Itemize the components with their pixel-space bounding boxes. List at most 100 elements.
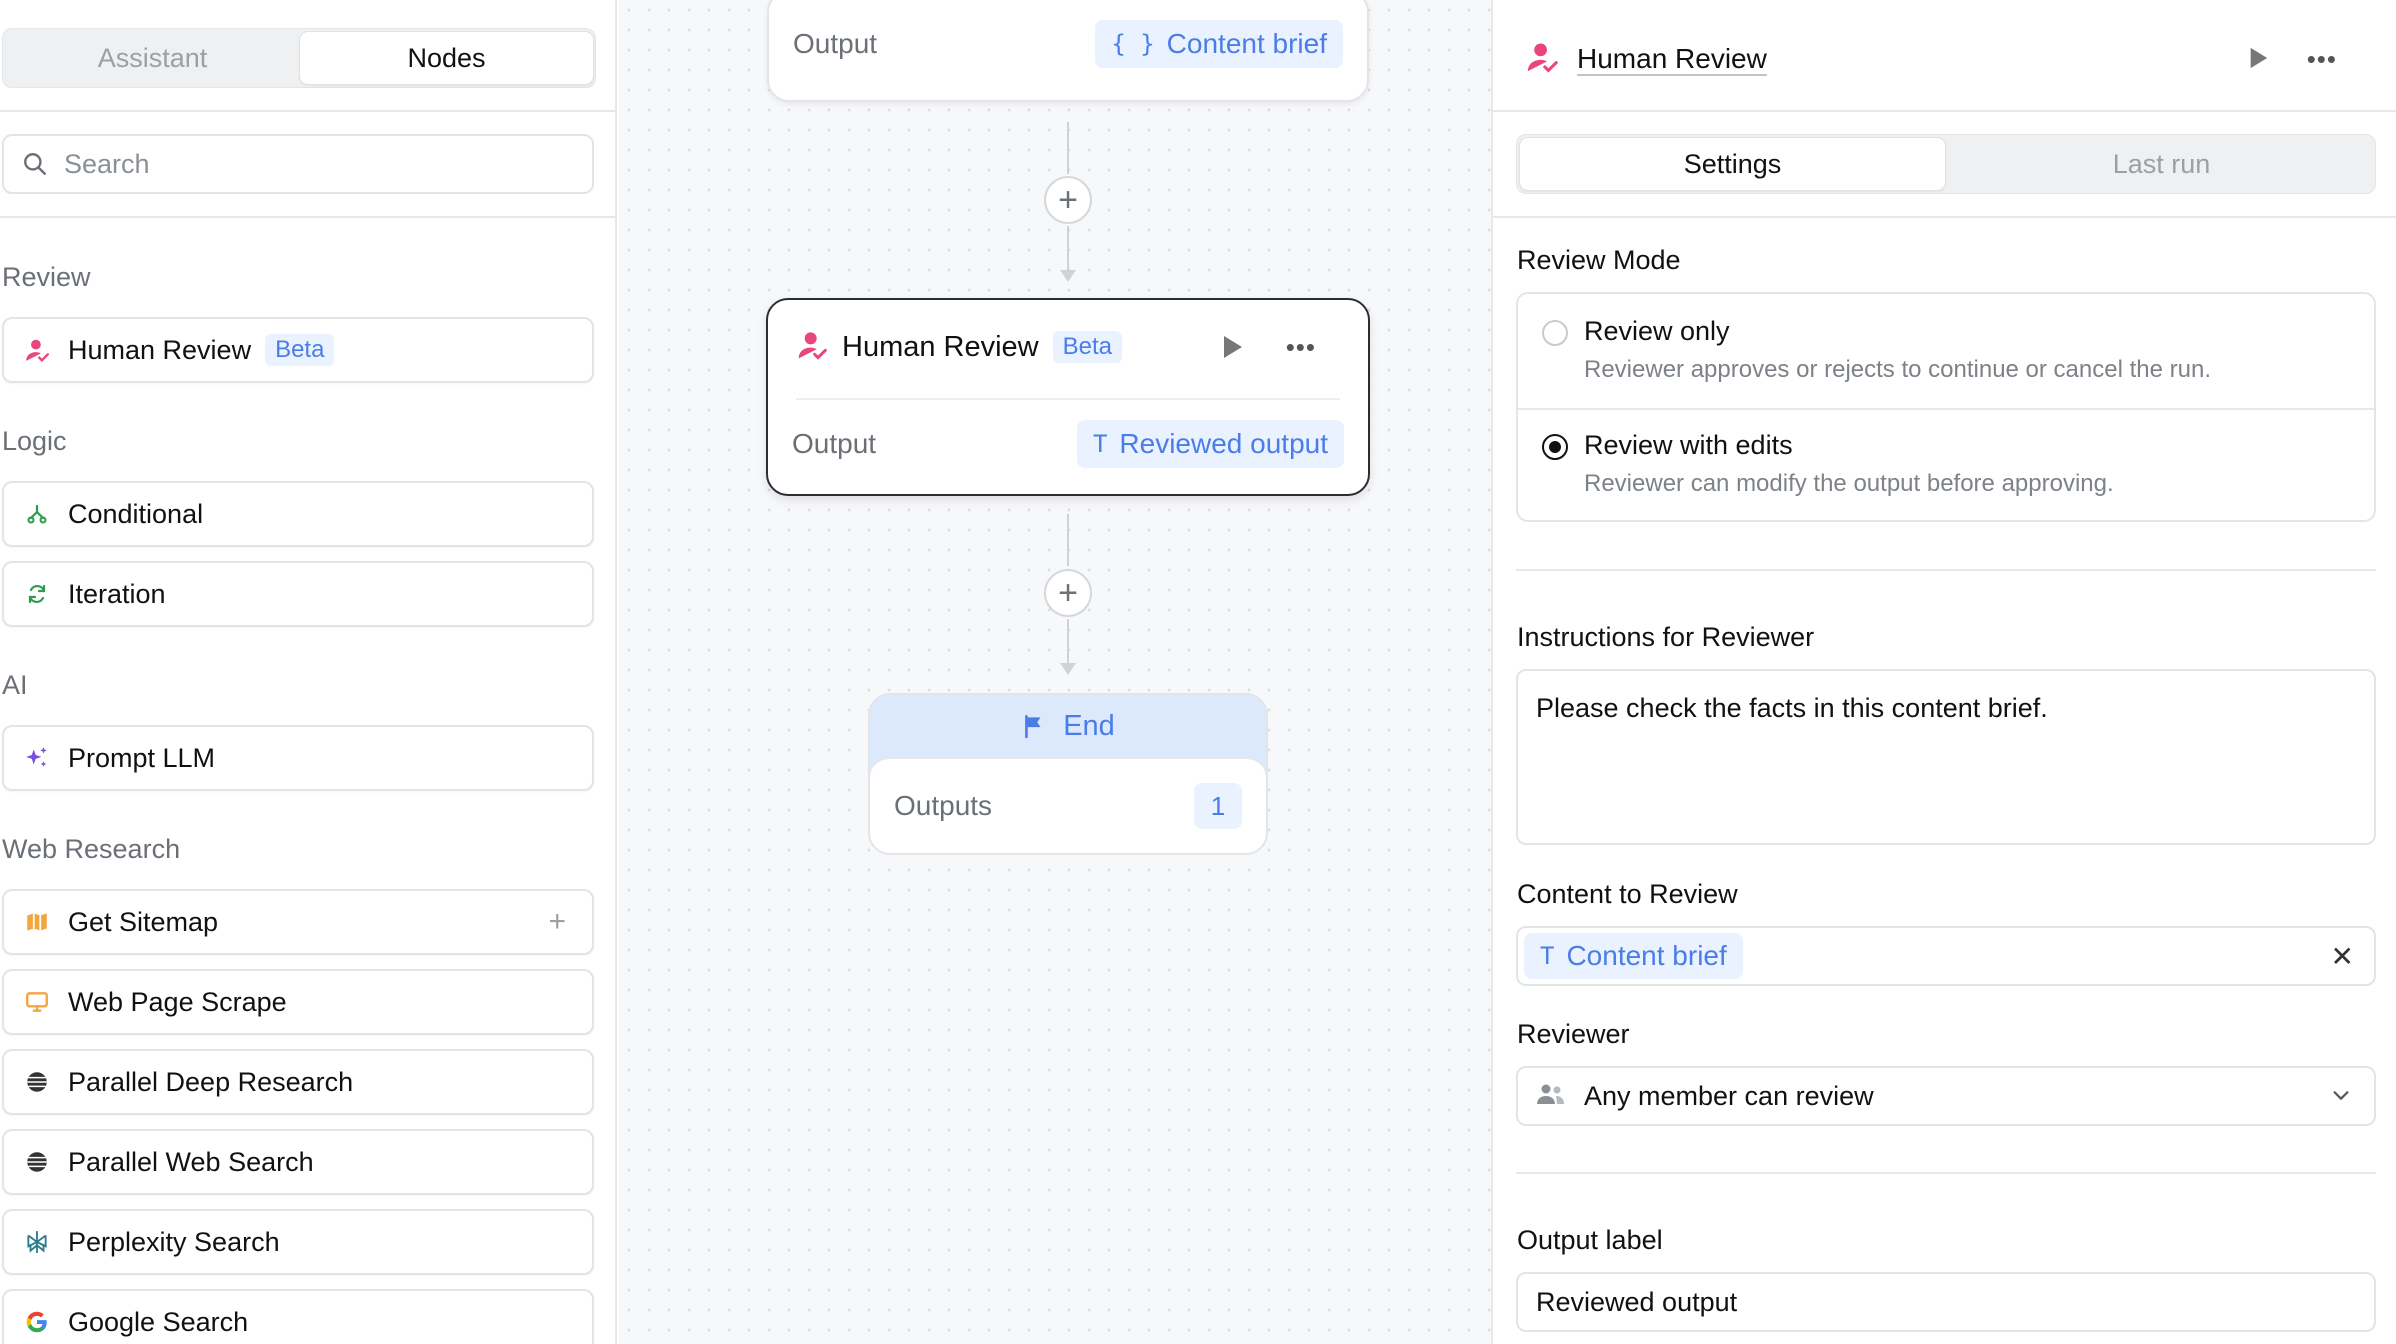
node-item-label: Web Page Scrape xyxy=(68,986,287,1017)
tab-settings[interactable]: Settings xyxy=(1519,137,1946,191)
radio-option-title: Review with edits xyxy=(1584,430,1793,460)
person-review-icon xyxy=(796,329,828,366)
connector-line xyxy=(1067,226,1069,270)
node-output-row: Output { } Content brief xyxy=(793,20,1343,68)
divider xyxy=(1516,569,2376,571)
play-icon xyxy=(1224,336,1242,358)
node-item-parallel-deep-research[interactable]: Parallel Deep Research xyxy=(2,1049,594,1115)
add-node-button[interactable]: + xyxy=(548,907,566,937)
node-item-parallel-web-search[interactable]: Parallel Web Search xyxy=(2,1129,594,1195)
connector-line xyxy=(1067,514,1069,566)
node-item-iteration[interactable]: Iteration xyxy=(2,561,594,627)
node-item-web-page-scrape[interactable]: Web Page Scrape xyxy=(2,969,594,1035)
content-to-review-label: Content to Review xyxy=(1517,879,1738,909)
node-item-human-review[interactable]: Human Review Beta xyxy=(2,317,594,383)
reviewer-select[interactable]: Any member can review xyxy=(1516,1066,2376,1126)
content-to-review-field[interactable]: T Content brief ✕ xyxy=(1516,926,2376,986)
workflow-node-human-review[interactable]: Human Review Beta ••• Output T Reviewed … xyxy=(766,298,1370,496)
node-item-label: Conditional xyxy=(68,498,204,529)
chevron-down-icon xyxy=(2330,1084,2352,1111)
connector-line xyxy=(1067,619,1069,663)
text-type-icon: T xyxy=(1540,942,1555,970)
output-variable-chip[interactable]: T Reviewed output xyxy=(1076,420,1344,468)
run-node-button[interactable] xyxy=(1220,334,1244,365)
more-options-button[interactable]: ••• xyxy=(1286,332,1316,363)
section-title-ai: AI xyxy=(2,670,28,700)
workflow-node-end[interactable]: End Outputs 1 xyxy=(868,693,1268,855)
review-mode-label: Review Mode xyxy=(1517,245,1681,275)
object-icon: { } xyxy=(1111,30,1155,58)
run-node-button[interactable] xyxy=(2247,46,2269,75)
node-header: Human Review Beta ••• xyxy=(796,322,1340,372)
text-type-icon: T xyxy=(1092,430,1108,458)
more-options-button[interactable]: ••• xyxy=(2307,44,2337,75)
output-variable-name: Content brief xyxy=(1166,28,1327,59)
radio-button[interactable] xyxy=(1542,320,1568,346)
node-item-label: Get Sitemap xyxy=(68,906,219,937)
node-item-prompt-llm[interactable]: Prompt LLM xyxy=(2,725,594,791)
node-item-perplexity-search[interactable]: Perplexity Search xyxy=(2,1209,594,1275)
search-box[interactable] xyxy=(2,134,594,194)
section-title-web-research: Web Research xyxy=(2,834,181,864)
clear-button[interactable]: ✕ xyxy=(2331,940,2354,973)
loop-icon xyxy=(22,579,52,609)
connector-arrow xyxy=(1060,270,1076,282)
panel-header: Human Review ••• xyxy=(1525,36,2365,82)
google-icon xyxy=(22,1307,52,1337)
radio-option-review-with-edits[interactable]: Review with edits Reviewer can modify th… xyxy=(1518,408,2374,522)
node-item-label: Prompt LLM xyxy=(68,742,216,773)
add-node-button[interactable]: + xyxy=(1044,569,1092,617)
connector-line xyxy=(1067,122,1069,174)
tab-assistant[interactable]: Assistant xyxy=(5,31,300,85)
radio-option-review-only[interactable]: Review only Reviewer approves or rejects… xyxy=(1518,294,2374,408)
end-node-title: End xyxy=(1063,709,1115,742)
node-title[interactable]: Human Review xyxy=(1577,43,1767,75)
parallel-icon xyxy=(22,1067,52,1097)
section-title-logic: Logic xyxy=(2,426,67,456)
radio-option-description: Reviewer approves or rejects to continue… xyxy=(1584,356,2211,383)
branch-icon xyxy=(22,499,52,529)
radio-button-selected[interactable] xyxy=(1542,434,1568,460)
instructions-label: Instructions for Reviewer xyxy=(1517,622,1815,652)
add-node-button[interactable]: + xyxy=(1044,176,1092,224)
workflow-canvas[interactable]: Output { } Content brief + Human Review … xyxy=(619,0,1491,1344)
variable-chip[interactable]: T Content brief xyxy=(1524,933,1743,979)
review-mode-options: Review only Reviewer approves or rejects… xyxy=(1516,292,2376,522)
tab-nodes[interactable]: Nodes xyxy=(299,31,594,85)
node-item-google-search[interactable]: Google Search xyxy=(2,1289,594,1344)
end-node-body: Outputs 1 xyxy=(870,757,1266,853)
instructions-textarea[interactable]: Please check the facts in this content b… xyxy=(1516,669,2376,845)
output-variable-chip[interactable]: { } Content brief xyxy=(1095,20,1343,68)
node-item-label: Perplexity Search xyxy=(68,1226,280,1257)
reviewer-value: Any member can review xyxy=(1584,1080,1874,1111)
divider xyxy=(796,398,1340,400)
monitor-icon xyxy=(22,987,52,1017)
settings-tabs: Settings Last run xyxy=(1516,134,2376,194)
map-icon xyxy=(22,907,52,937)
reviewer-label: Reviewer xyxy=(1517,1019,1630,1049)
play-icon xyxy=(2250,47,2268,69)
output-variable-name: Reviewed output xyxy=(1119,428,1328,459)
node-item-label: Parallel Deep Research xyxy=(68,1066,354,1097)
node-settings-panel: Human Review ••• Settings Last run Revie… xyxy=(1491,0,2396,1344)
section-title-review: Review xyxy=(2,262,91,292)
outputs-count-badge[interactable]: 1 xyxy=(1194,783,1242,829)
variable-name: Content brief xyxy=(1566,940,1727,971)
node-title: Human Review xyxy=(842,330,1039,363)
workflow-node-previous[interactable]: Output { } Content brief xyxy=(767,0,1369,102)
person-review-icon xyxy=(22,335,52,365)
tab-last-run[interactable]: Last run xyxy=(1948,137,2375,191)
beta-badge: Beta xyxy=(265,334,335,366)
node-item-conditional[interactable]: Conditional xyxy=(2,481,594,547)
person-review-icon xyxy=(1525,40,1559,79)
connector-arrow xyxy=(1060,663,1076,675)
node-item-get-sitemap[interactable]: Get Sitemap + xyxy=(2,889,594,955)
search-input[interactable] xyxy=(64,148,544,180)
node-item-label: Iteration xyxy=(68,578,166,609)
flag-icon xyxy=(1025,714,1041,739)
output-label-input[interactable] xyxy=(1516,1272,2376,1332)
node-item-label: Human Review xyxy=(68,334,252,365)
search-icon xyxy=(24,153,46,175)
divider xyxy=(1493,110,2396,112)
radio-option-description: Reviewer can modify the output before ap… xyxy=(1584,470,2114,497)
